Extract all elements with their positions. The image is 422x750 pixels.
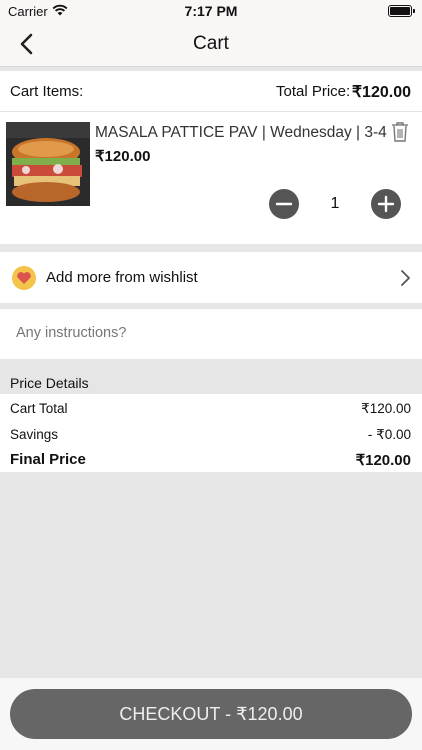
cart-items-label: Cart Items: [10,83,84,100]
cart-total-label: Cart Total [10,401,68,416]
chevron-right-icon [401,270,410,286]
wishlist-label: Add more from wishlist [46,269,198,286]
price-details: Cart Total ₹120.00 Savings - ₹0.00 Final… [0,394,422,472]
cart-item: MASALA PATTICE PAV | Wednesday | 3-4 ₹12… [0,112,422,244]
cart-header: Cart Items: Total Price: ₹120.00 [0,71,422,112]
instructions-placeholder: Any instructions? [16,325,127,341]
quantity-value: 1 [330,195,340,212]
instructions-field[interactable]: Any instructions? [0,309,422,359]
wishlist-row[interactable]: Add more from wishlist [0,252,422,303]
final-price-label: Final Price [10,451,86,468]
wishlist-badge [12,266,36,290]
decrease-quantity-button[interactable] [269,189,299,219]
nav-bar: Cart [0,22,422,67]
savings-label: Savings [10,427,59,442]
plus-icon [377,195,395,213]
total-price-value: ₹120.00 [351,84,411,101]
final-price-value: ₹120.00 [355,452,411,469]
item-image [6,122,90,206]
price-details-header: Price Details [0,368,422,394]
status-time: 7:17 PM [184,3,238,19]
checkout-button[interactable]: CHECKOUT - ₹120.00 [10,689,412,739]
savings-value: - ₹0.00 [367,427,411,442]
battery-icon [388,5,415,17]
page-title: Cart [193,33,229,54]
total-price-label: Total Price: [276,83,351,100]
cart-total-value: ₹120.00 [361,401,411,416]
heart-icon [17,272,31,284]
item-name: MASALA PATTICE PAV | Wednesday | 3-4 [95,124,387,141]
trash-icon[interactable] [390,121,410,143]
item-price: ₹120.00 [95,148,151,165]
increase-quantity-button[interactable] [371,189,401,219]
status-bar: Carrier 7:17 PM [0,0,422,22]
minus-icon [275,202,293,206]
price-details-title: Price Details [10,375,89,391]
